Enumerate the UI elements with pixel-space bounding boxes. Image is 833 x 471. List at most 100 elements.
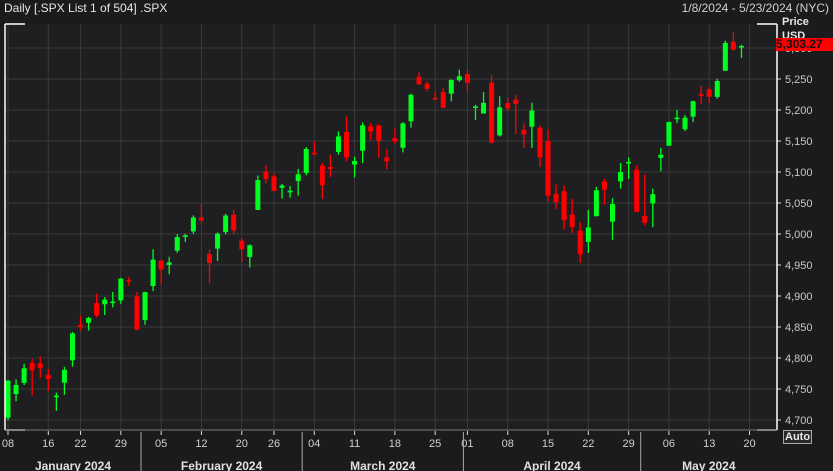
candle-body	[344, 132, 350, 158]
candle-body	[730, 41, 736, 50]
candle	[142, 291, 148, 325]
candle-body	[207, 253, 212, 264]
y-tick-label: 4,750	[785, 384, 813, 396]
candle-body	[392, 138, 398, 142]
candle-body	[424, 83, 430, 89]
candle-body	[45, 375, 51, 380]
candle-body	[182, 235, 188, 237]
candle-body	[698, 94, 704, 96]
candle-body	[110, 301, 116, 304]
candle-body	[166, 262, 172, 265]
y-tick-label: 4,700	[785, 415, 813, 427]
candle-body	[231, 214, 237, 231]
candle-body	[456, 76, 462, 81]
candle-body	[714, 81, 720, 97]
candle-body	[13, 384, 19, 395]
y-tick-label: 5,150	[785, 136, 813, 148]
candle-body	[102, 299, 108, 305]
candle-body	[118, 278, 124, 301]
y-tick-label: 4,800	[785, 353, 813, 365]
x-tick-label: 29	[115, 438, 127, 450]
candle	[303, 147, 309, 176]
candle-body	[126, 279, 132, 282]
x-tick-label: 06	[663, 438, 675, 450]
candle-body	[174, 237, 180, 251]
price-axis-title: Price	[782, 16, 809, 28]
candle-body	[448, 79, 454, 94]
x-tick-label: 22	[74, 438, 86, 450]
y-tick-label: 4,900	[785, 291, 813, 303]
candle	[255, 175, 261, 210]
candle	[666, 121, 672, 146]
y-tick-label: 5,250	[785, 74, 813, 86]
candle-body	[352, 160, 358, 165]
candle-body	[247, 245, 253, 257]
candle-body	[626, 161, 632, 164]
candle-body	[158, 260, 164, 270]
candle-body	[335, 136, 341, 152]
x-tick-label: 04	[308, 438, 320, 450]
last-price-tag: 5,303.27	[776, 38, 833, 51]
candle-body	[190, 217, 196, 232]
candle-body	[142, 292, 148, 321]
x-tick-label: 11	[349, 438, 360, 450]
candle-body	[384, 157, 390, 162]
candle-body	[215, 233, 221, 249]
candle-body	[738, 45, 744, 48]
candle	[190, 215, 196, 234]
candle	[118, 277, 124, 304]
candle-body	[561, 191, 567, 221]
candle-body	[529, 110, 535, 127]
candle-body	[440, 92, 446, 108]
candle-body	[674, 117, 680, 120]
candle-body	[21, 368, 27, 383]
candle-body	[279, 185, 285, 188]
candle-body	[368, 126, 374, 132]
auto-scale-button[interactable]: Auto	[783, 430, 813, 444]
candle-body	[416, 76, 422, 85]
candle-body	[53, 395, 59, 398]
y-tick-label: 5,100	[785, 167, 813, 179]
candlestick-chart[interactable]: 4,700 4,750 4,800 4,850 4,900 4,950 5,000 5,050…	[0, 0, 833, 471]
candle-body	[239, 240, 245, 250]
y-tick-label: 5,000	[785, 229, 813, 241]
candle-body	[287, 190, 293, 193]
candle	[223, 213, 229, 235]
candle-body	[376, 125, 382, 141]
x-tick-label: 12	[195, 438, 207, 450]
candle-body	[255, 180, 261, 210]
candle-body	[29, 362, 35, 371]
y-tick-label: 4,950	[785, 260, 813, 272]
x-tick-label: 08	[2, 438, 14, 450]
candle-body	[537, 127, 543, 158]
x-tick-label: 05	[155, 438, 167, 450]
candle	[489, 74, 495, 144]
y-tick-label: 5,050	[785, 198, 813, 210]
candle-body	[601, 181, 607, 190]
candle-body	[682, 117, 688, 130]
x-tick-label: 26	[268, 438, 280, 450]
candle-body	[327, 167, 333, 170]
candle-body	[497, 107, 503, 136]
candle-body	[722, 42, 728, 71]
candle-body	[489, 82, 495, 143]
candle-body	[37, 363, 43, 369]
candle-body	[271, 176, 277, 191]
month-label: March 2024	[350, 459, 416, 471]
candle-body	[400, 123, 406, 148]
candle-body	[150, 259, 156, 287]
candle-body	[690, 101, 696, 117]
candle-body	[69, 333, 75, 361]
candle-body	[311, 152, 317, 155]
candle-body	[618, 172, 624, 182]
candle-body	[432, 97, 438, 100]
candle-body	[706, 89, 712, 97]
x-tick-label: 22	[582, 438, 594, 450]
candle-body	[513, 99, 519, 104]
x-tick-label: 08	[502, 438, 514, 450]
candle-body	[650, 194, 656, 204]
month-label: April 2024	[523, 459, 581, 471]
candle-body	[593, 190, 599, 217]
candle	[634, 165, 640, 213]
x-tick-label: 18	[389, 438, 401, 450]
